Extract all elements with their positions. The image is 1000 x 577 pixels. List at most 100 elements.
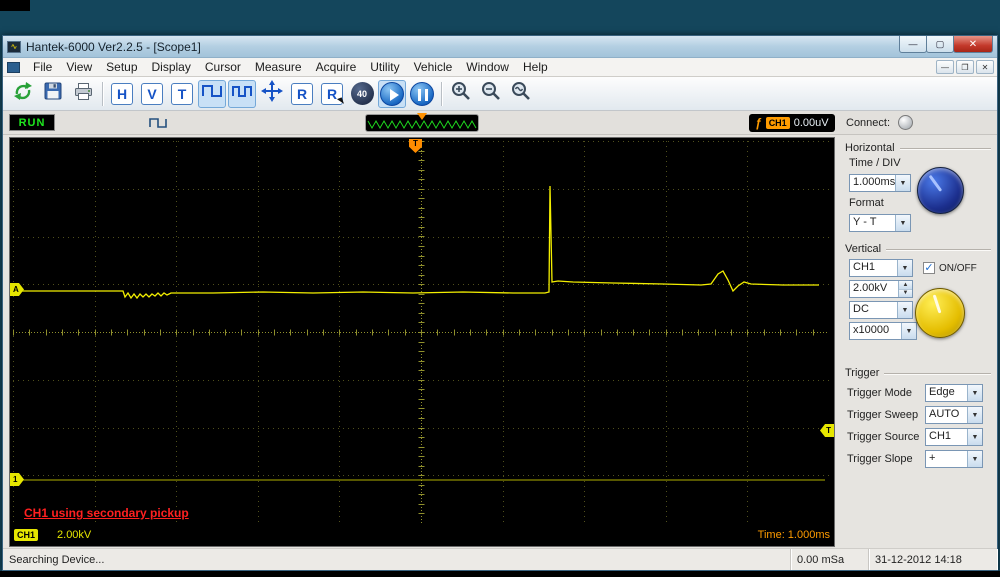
toolbar-separator bbox=[441, 82, 442, 106]
trigger-source-value: CH1 bbox=[926, 429, 967, 445]
probe-attenuation-select[interactable]: x10000 ▼ bbox=[849, 322, 917, 340]
title-bar[interactable]: ∿ Hantek-6000 Ver2.2.5 - [Scope1] — ▢ ✕ bbox=[3, 36, 997, 58]
minimize-button[interactable]: — bbox=[899, 36, 927, 53]
maximize-button[interactable]: ▢ bbox=[926, 36, 954, 53]
trigger-source-select[interactable]: CH1 ▼ bbox=[925, 428, 983, 446]
pause-button[interactable] bbox=[408, 80, 436, 108]
print-button[interactable] bbox=[69, 80, 97, 108]
dropdown-arrow-icon[interactable]: ▼ bbox=[897, 302, 912, 318]
trigger-channel-badge: CH1 bbox=[766, 117, 790, 129]
zoom-wave-button[interactable] bbox=[507, 80, 535, 108]
trigger-sweep-select[interactable]: AUTO ▼ bbox=[925, 406, 983, 424]
close-button[interactable]: ✕ bbox=[953, 36, 993, 53]
dropdown-arrow-icon[interactable]: ▼ bbox=[897, 260, 912, 276]
menu-acquire[interactable]: Acquire bbox=[309, 59, 364, 75]
horizontal-knob[interactable] bbox=[917, 167, 964, 214]
control-panel: Horizontal Time / DIV 1.000ms ▼ Format Y… bbox=[839, 135, 997, 548]
horizontal-panel-button[interactable]: H bbox=[108, 80, 136, 108]
menu-utility[interactable]: Utility bbox=[363, 59, 406, 75]
app-icon: ∿ bbox=[7, 41, 21, 53]
toolbar: H V T bbox=[3, 77, 997, 111]
graticule bbox=[13, 141, 829, 523]
scope-window-icon bbox=[7, 62, 20, 73]
vertical-group-title: Vertical bbox=[845, 243, 881, 255]
horizontal-group-title: Horizontal bbox=[845, 142, 895, 154]
scope-readout-bar: CH1 2.00kV Time: 1.000ms bbox=[14, 526, 830, 544]
main-area: A 1 T T CH1 using secondary pickup CH1 2… bbox=[3, 135, 997, 548]
onoff-checkbox[interactable]: ✓ bbox=[923, 262, 935, 274]
coupling-select[interactable]: DC ▼ bbox=[849, 301, 913, 319]
reference-button[interactable]: R bbox=[288, 80, 316, 108]
volts-div-stepper[interactable]: 2.00kV ▲ ▼ bbox=[849, 280, 913, 298]
trigger-slope-select[interactable]: + ▼ bbox=[925, 450, 983, 468]
start-button[interactable] bbox=[378, 80, 406, 108]
load-button[interactable] bbox=[9, 80, 37, 108]
device-status: Searching Device... bbox=[3, 549, 791, 570]
trigger-slope-label: Trigger Slope bbox=[847, 453, 925, 465]
spin-up-icon[interactable]: ▲ bbox=[899, 281, 912, 290]
dropdown-arrow-icon[interactable]: ▼ bbox=[895, 215, 910, 231]
save-button[interactable] bbox=[39, 80, 67, 108]
dropdown-arrow-icon[interactable]: ▼ bbox=[967, 385, 982, 401]
menu-help[interactable]: Help bbox=[516, 59, 555, 75]
waveform-mode-button[interactable] bbox=[198, 80, 226, 108]
time-div-label: Time / DIV bbox=[839, 155, 997, 171]
zoom-in-button[interactable] bbox=[447, 80, 475, 108]
trigger-icon: T bbox=[171, 83, 193, 105]
menu-window[interactable]: Window bbox=[459, 59, 516, 75]
menu-file[interactable]: File bbox=[26, 59, 59, 75]
trigger-slope-value: + bbox=[926, 451, 967, 467]
vertical-knob[interactable] bbox=[915, 288, 965, 338]
channel-select[interactable]: CH1 ▼ bbox=[849, 259, 913, 277]
xy-arrows-icon bbox=[261, 80, 283, 107]
volts-div-value: 2.00kV bbox=[850, 281, 898, 297]
dropdown-arrow-icon[interactable]: ▼ bbox=[967, 451, 982, 467]
menu-bar: File View Setup Display Cursor Measure A… bbox=[3, 58, 997, 77]
trigger-level-icon: ƒ bbox=[755, 116, 762, 130]
scope-display[interactable]: A 1 T T CH1 using secondary pickup CH1 2… bbox=[9, 137, 835, 547]
menu-vehicle[interactable]: Vehicle bbox=[407, 59, 460, 75]
horizontal-icon: H bbox=[111, 83, 133, 105]
trigger-group-title: Trigger bbox=[845, 367, 879, 379]
dropdown-arrow-icon[interactable]: ▼ bbox=[895, 175, 910, 191]
waveform-preview[interactable] bbox=[365, 114, 479, 132]
menu-measure[interactable]: Measure bbox=[248, 59, 309, 75]
save-icon bbox=[43, 81, 63, 106]
trigger-source-label: Trigger Source bbox=[847, 431, 925, 443]
trigger-mode-select[interactable]: Edge ▼ bbox=[925, 384, 983, 402]
preview-trigger-marker[interactable] bbox=[417, 113, 427, 120]
zoom-wave-icon bbox=[510, 80, 532, 107]
connect-label: Connect: bbox=[846, 117, 890, 129]
zoom-out-button[interactable] bbox=[477, 80, 505, 108]
waveform-mode2-button[interactable] bbox=[228, 80, 256, 108]
desktop-bottom bbox=[0, 571, 1000, 577]
xy-mode-button[interactable] bbox=[258, 80, 286, 108]
child-restore-button[interactable]: ❐ bbox=[956, 60, 974, 74]
dropdown-arrow-icon[interactable]: ▼ bbox=[967, 429, 982, 445]
time-div-select[interactable]: 1.000ms ▼ bbox=[849, 174, 911, 192]
datetime: 31-12-2012 14:18 bbox=[869, 549, 997, 570]
menu-cursor[interactable]: Cursor bbox=[198, 59, 248, 75]
autoset-button[interactable]: 40 bbox=[348, 80, 376, 108]
menu-setup[interactable]: Setup bbox=[99, 59, 144, 75]
dropdown-arrow-icon[interactable]: ▼ bbox=[901, 323, 916, 339]
autoset-icon: 40 bbox=[351, 82, 374, 105]
trigger-mode-value: Edge bbox=[926, 385, 967, 401]
zoom-in-icon bbox=[450, 80, 472, 107]
dropdown-arrow-icon[interactable]: ▼ bbox=[967, 407, 982, 423]
desktop-chip bbox=[0, 0, 30, 11]
menu-display[interactable]: Display bbox=[145, 59, 198, 75]
trigger-panel-button[interactable]: T bbox=[168, 80, 196, 108]
sample-rate: 0.00 mSa bbox=[791, 549, 869, 570]
reference-cursor-button[interactable]: R bbox=[318, 80, 346, 108]
menu-view[interactable]: View bbox=[59, 59, 99, 75]
child-close-button[interactable]: ✕ bbox=[976, 60, 994, 74]
format-select[interactable]: Y - T ▼ bbox=[849, 214, 911, 232]
connect-indicator[interactable] bbox=[898, 115, 913, 130]
vertical-panel-button[interactable]: V bbox=[138, 80, 166, 108]
spin-down-icon[interactable]: ▼ bbox=[899, 290, 912, 298]
coupling-value: DC bbox=[850, 302, 897, 318]
knob-pointer bbox=[933, 294, 942, 313]
child-minimize-button[interactable]: — bbox=[936, 60, 954, 74]
time-div-value: 1.000ms bbox=[850, 175, 895, 191]
